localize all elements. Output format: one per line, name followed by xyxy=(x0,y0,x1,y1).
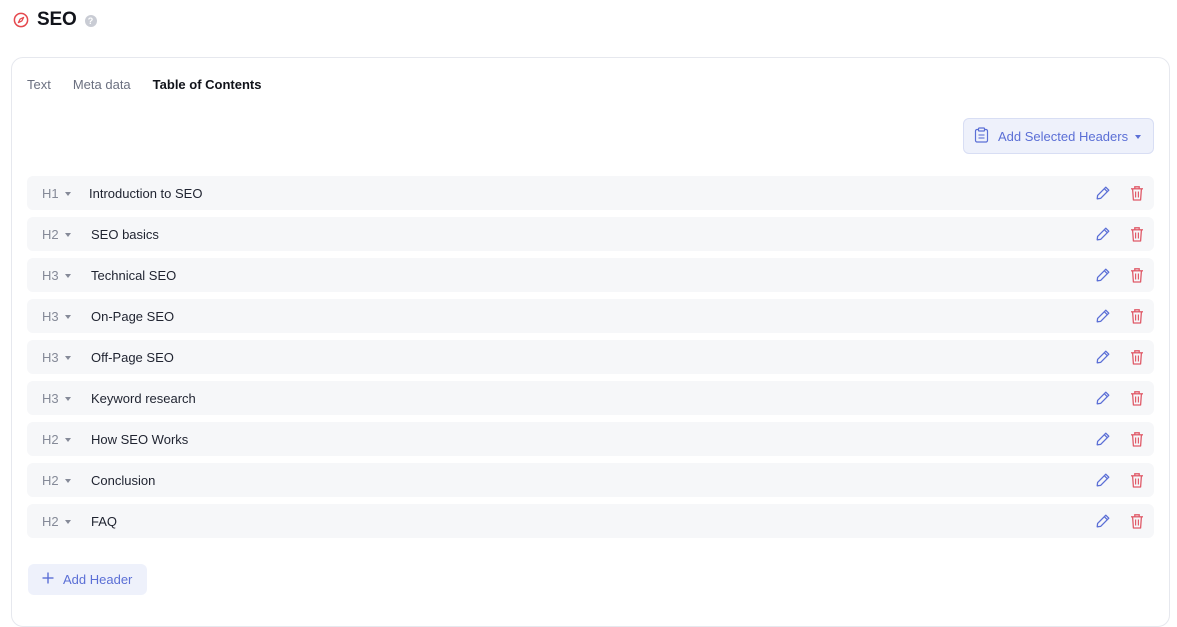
add-selected-headers-label: Add Selected Headers xyxy=(998,128,1129,144)
row-actions xyxy=(1094,422,1146,456)
header-row-7: H2 How SEO Works xyxy=(27,422,1154,456)
tab-table-of-contents[interactable]: Table of Contents xyxy=(153,77,262,92)
row-actions xyxy=(1094,463,1146,497)
header-text: Keyword research xyxy=(91,390,196,406)
trash-icon[interactable] xyxy=(1128,389,1146,407)
row-actions xyxy=(1094,176,1146,210)
header-row-6: H3 Keyword research xyxy=(27,381,1154,415)
tab-meta-data[interactable]: Meta data xyxy=(73,77,131,92)
pencil-icon[interactable] xyxy=(1094,389,1112,407)
chevron-down-icon xyxy=(64,437,71,442)
chevron-down-icon xyxy=(1135,135,1142,139)
chevron-down-icon xyxy=(64,232,71,237)
plus-icon xyxy=(42,572,54,587)
header-text: How SEO Works xyxy=(91,431,189,447)
help-icon[interactable]: ? xyxy=(84,15,97,27)
row-actions xyxy=(1094,340,1146,374)
header-text: FAQ xyxy=(91,513,118,529)
row-actions xyxy=(1094,504,1146,538)
header-level-dropdown[interactable]: H2 xyxy=(27,432,76,447)
header-row-1: H1 Introduction to SEO xyxy=(27,176,1154,210)
row-actions xyxy=(1094,381,1146,415)
trash-icon[interactable] xyxy=(1128,266,1146,284)
page-header: SEO ? xyxy=(12,8,97,32)
header-text: Conclusion xyxy=(91,472,156,488)
pencil-icon[interactable] xyxy=(1094,225,1112,243)
header-row-5: H3 Off-Page SEO xyxy=(27,340,1154,374)
header-text: Off-Page SEO xyxy=(91,349,174,365)
header-level-label: H3 xyxy=(42,349,59,365)
trash-icon[interactable] xyxy=(1128,307,1146,325)
tab-text[interactable]: Text xyxy=(27,77,51,92)
row-actions xyxy=(1094,258,1146,292)
pencil-icon[interactable] xyxy=(1094,471,1112,489)
add-selected-headers-button[interactable]: Add Selected Headers xyxy=(963,118,1154,154)
header-level-label: H2 xyxy=(42,226,59,242)
row-actions xyxy=(1094,217,1146,251)
chevron-down-icon xyxy=(64,191,71,196)
trash-icon[interactable] xyxy=(1128,430,1146,448)
header-level-dropdown[interactable]: H1 xyxy=(27,186,76,201)
toc-panel: Text Meta data Table of Contents Add Sel… xyxy=(11,57,1170,627)
header-row-8: H2 Conclusion xyxy=(27,463,1154,497)
header-level-dropdown[interactable]: H2 xyxy=(27,227,76,242)
header-row-3: H3 Technical SEO xyxy=(27,258,1154,292)
header-row-4: H3 On-Page SEO xyxy=(27,299,1154,333)
header-level-label: H2 xyxy=(42,472,59,488)
header-text: SEO basics xyxy=(91,226,159,242)
header-level-dropdown[interactable]: H3 xyxy=(27,391,76,406)
row-actions xyxy=(1094,299,1146,333)
trash-icon[interactable] xyxy=(1128,348,1146,366)
chevron-down-icon xyxy=(64,478,71,483)
chevron-down-icon xyxy=(64,273,71,278)
header-row-9: H2 FAQ xyxy=(27,504,1154,538)
page-title: SEO xyxy=(37,9,77,30)
pencil-icon[interactable] xyxy=(1094,512,1112,530)
header-list: H1 Introduction to SEO H2 SEO basics H3 … xyxy=(27,176,1154,545)
header-level-dropdown[interactable]: H2 xyxy=(27,514,76,529)
header-level-label: H2 xyxy=(42,513,59,529)
header-level-dropdown[interactable]: H2 xyxy=(27,473,76,488)
header-level-dropdown[interactable]: H3 xyxy=(27,268,76,283)
pencil-icon[interactable] xyxy=(1094,430,1112,448)
trash-icon[interactable] xyxy=(1128,225,1146,243)
header-level-dropdown[interactable]: H3 xyxy=(27,309,76,324)
header-level-dropdown[interactable]: H3 xyxy=(27,350,76,365)
chevron-down-icon xyxy=(64,355,71,360)
header-text: Technical SEO xyxy=(91,267,177,283)
tab-bar: Text Meta data Table of Contents xyxy=(27,77,261,92)
header-level-label: H3 xyxy=(42,308,59,324)
header-text: On-Page SEO xyxy=(91,308,175,324)
header-level-label: H2 xyxy=(42,431,59,447)
compass-icon xyxy=(12,11,30,29)
trash-icon[interactable] xyxy=(1128,512,1146,530)
add-header-label: Add Header xyxy=(63,572,133,587)
pencil-icon[interactable] xyxy=(1094,184,1112,202)
chevron-down-icon xyxy=(64,314,71,319)
chevron-down-icon xyxy=(64,396,71,401)
trash-icon[interactable] xyxy=(1128,184,1146,202)
clipboard-icon xyxy=(974,126,989,146)
header-text: Introduction to SEO xyxy=(89,185,203,201)
pencil-icon[interactable] xyxy=(1094,307,1112,325)
chevron-down-icon xyxy=(64,519,71,524)
pencil-icon[interactable] xyxy=(1094,266,1112,284)
header-level-label: H1 xyxy=(42,185,59,201)
header-row-2: H2 SEO basics xyxy=(27,217,1154,251)
pencil-icon[interactable] xyxy=(1094,348,1112,366)
trash-icon[interactable] xyxy=(1128,471,1146,489)
header-level-label: H3 xyxy=(42,390,59,406)
header-level-label: H3 xyxy=(42,267,59,283)
add-header-button[interactable]: Add Header xyxy=(28,564,147,595)
